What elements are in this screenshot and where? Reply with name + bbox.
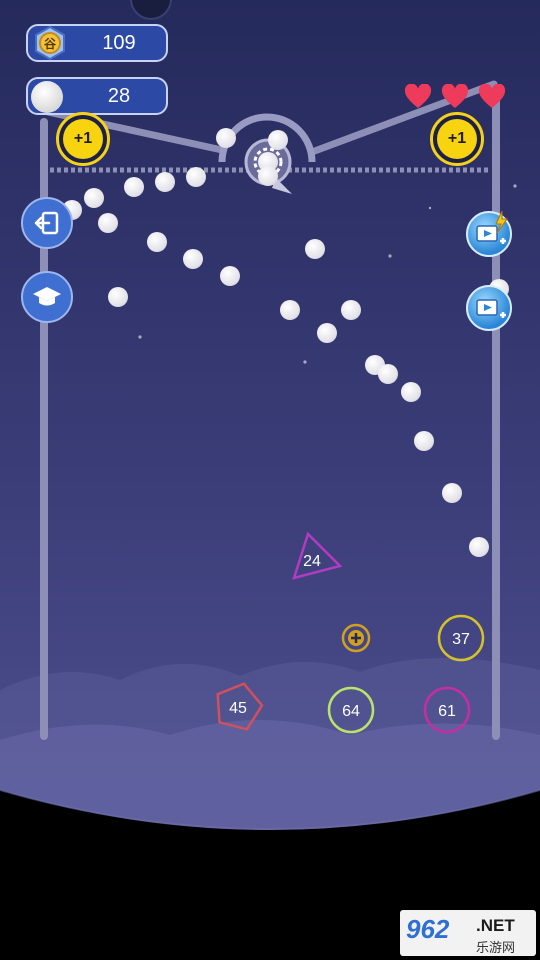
heart-icon: [478, 84, 506, 108]
target-value: 61: [438, 703, 456, 720]
graduation-cap-icon: [33, 287, 61, 306]
heart-icon: [441, 84, 469, 108]
plus-one-left-label: +1: [63, 119, 103, 159]
target-value: 37: [452, 631, 470, 648]
video-lightning-icon: [476, 211, 508, 244]
heart-icon: [404, 84, 432, 108]
watermark-number: 962: [406, 914, 450, 944]
target-plus: [341, 623, 371, 653]
video-ball-button[interactable]: [466, 285, 512, 331]
target-value: 64: [342, 703, 360, 720]
exit-button[interactable]: [21, 197, 73, 249]
target-circle: 61: [423, 686, 471, 734]
target-pentagon: 45: [216, 682, 264, 731]
coin-count: 109: [102, 31, 136, 54]
plus-one-left[interactable]: +1: [56, 112, 110, 166]
tutorial-button[interactable]: [21, 271, 73, 323]
ball-count: 28: [107, 84, 131, 107]
lives-display: [404, 84, 514, 112]
target-circle: 37: [437, 614, 485, 662]
coin-badge-icon: 谷: [35, 25, 65, 61]
plus-one-right[interactable]: +1: [430, 112, 484, 166]
target-circle: 64: [327, 686, 375, 734]
target-value: 24: [303, 553, 321, 570]
ball-counter: 28: [26, 77, 168, 115]
site-watermark: 962 .NET 乐游网: [400, 910, 536, 956]
target-triangle: 24: [292, 531, 343, 580]
watermark-subtitle: 乐游网: [476, 940, 516, 955]
game-stage[interactable]: 24 37 45 64 61 谷 109 28 +1 +1 962 .NET 乐…: [0, 0, 540, 960]
target-value: 45: [229, 700, 247, 717]
video-energy-button[interactable]: [466, 211, 512, 257]
watermark-brand: .NET: [476, 916, 515, 935]
plus-one-right-label: +1: [437, 119, 477, 159]
video-ball-icon: [476, 299, 506, 318]
exit-icon: [34, 211, 59, 235]
coin-badge-char: 谷: [44, 36, 57, 51]
coin-counter: 谷 109: [26, 24, 168, 62]
ball-icon: [31, 81, 63, 113]
